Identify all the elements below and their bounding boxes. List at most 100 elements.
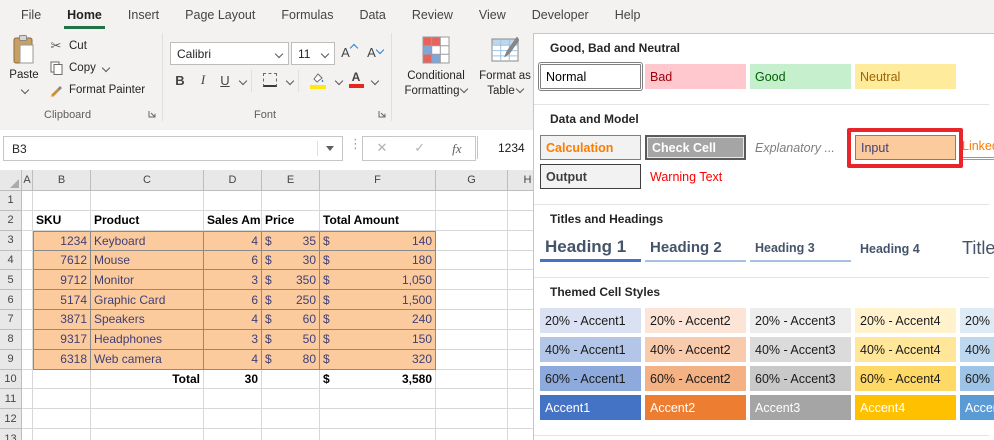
cell-D5[interactable]: 3 (204, 270, 262, 291)
row-header-12[interactable]: 12 (0, 409, 22, 430)
cell-style-calculation[interactable]: Calculation (540, 135, 641, 160)
tab-help[interactable]: Help (602, 0, 654, 30)
cell-C5[interactable]: Monitor (91, 270, 204, 291)
col-header-C[interactable]: C (91, 170, 204, 191)
cell-D13[interactable] (204, 429, 262, 440)
cell-style-40-accent5[interactable]: 40% - Accent5 (960, 337, 994, 362)
cell-style-normal[interactable]: Normal (538, 62, 643, 91)
cell-C12[interactable] (91, 409, 204, 430)
paste-button[interactable]: Paste (5, 34, 43, 122)
copy-button[interactable]: Copy (48, 59, 111, 77)
cell-B8[interactable]: 9317 (33, 329, 91, 350)
tab-data[interactable]: Data (346, 0, 398, 30)
cell-style-heading-1[interactable]: Heading 1 (540, 235, 641, 262)
cell-style-accent5[interactable]: Accent5 (960, 395, 994, 420)
borders-dropdown-chevron-icon[interactable] (285, 76, 295, 86)
cell-A7[interactable] (22, 310, 33, 330)
cell-style-60-accent4[interactable]: 60% - Accent4 (855, 366, 956, 391)
row-header-5[interactable]: 5 (0, 270, 22, 291)
cell-E4[interactable]: $30 (262, 250, 320, 271)
cell-B9[interactable]: 6318 (33, 349, 91, 370)
font-color-dropdown-chevron-icon[interactable] (370, 76, 380, 86)
increase-font-size-button[interactable]: A (337, 41, 361, 63)
clipboard-dialog-launcher-icon[interactable] (147, 110, 159, 122)
tab-formulas[interactable]: Formulas (268, 0, 346, 30)
cell-style-20-accent3[interactable]: 20% - Accent3 (750, 308, 851, 333)
cell-D11[interactable] (204, 389, 262, 410)
cell-style-20-accent5[interactable]: 20% - Accent5 (960, 308, 994, 333)
cell-style-accent2[interactable]: Accent2 (645, 395, 746, 420)
font-dialog-launcher-icon[interactable] (377, 110, 389, 122)
cell-G11[interactable] (436, 389, 508, 410)
cell-F11[interactable] (320, 389, 436, 410)
cell-F6[interactable]: $1,500 (320, 290, 436, 311)
cell-style-60-accent3[interactable]: 60% - Accent3 (750, 366, 851, 391)
tab-home[interactable]: Home (54, 0, 115, 30)
format-painter-button[interactable]: Format Painter (48, 81, 145, 99)
cell-B10[interactable] (33, 369, 91, 390)
cell-C1[interactable] (91, 191, 204, 211)
col-header-D[interactable]: D (204, 170, 262, 191)
cell-B13[interactable] (33, 429, 91, 440)
cell-E10[interactable] (262, 369, 320, 390)
row-header-7[interactable]: 7 (0, 310, 22, 330)
tab-developer[interactable]: Developer (519, 0, 602, 30)
cell-A3[interactable] (22, 230, 33, 251)
cell-G1[interactable] (436, 191, 508, 211)
font-name-combobox[interactable]: Calibri (170, 42, 289, 65)
cell-style-warning-text[interactable]: Warning Text (645, 164, 746, 189)
tab-insert[interactable]: Insert (115, 0, 172, 30)
cell-F8[interactable]: $150 (320, 329, 436, 350)
cell-style-40-accent1[interactable]: 40% - Accent1 (540, 337, 641, 362)
cell-E3[interactable]: $35 (262, 230, 320, 251)
formula-bar-drag-handle[interactable]: ⋮ (349, 137, 362, 152)
row-header-3[interactable]: 3 (0, 230, 22, 251)
underline-button[interactable]: U (216, 69, 234, 91)
insert-function-icon[interactable]: fx (452, 141, 461, 157)
cell-D6[interactable]: 6 (204, 290, 262, 311)
cell-F10[interactable]: $3,580 (320, 369, 436, 390)
decrease-font-size-button[interactable]: A (363, 41, 387, 63)
cell-C7[interactable]: Speakers (91, 310, 204, 330)
cell-A2[interactable] (22, 210, 33, 231)
cell-B1[interactable] (33, 191, 91, 211)
cell-G12[interactable] (436, 409, 508, 430)
row-header-8[interactable]: 8 (0, 329, 22, 350)
cell-A4[interactable] (22, 250, 33, 271)
cell-A12[interactable] (22, 409, 33, 430)
name-box[interactable]: B3 (3, 136, 343, 161)
tab-review[interactable]: Review (399, 0, 466, 30)
cell-F12[interactable] (320, 409, 436, 430)
cancel-icon[interactable]: ✕ (376, 141, 387, 156)
cell-E12[interactable] (262, 409, 320, 430)
cell-C8[interactable]: Headphones (91, 329, 204, 350)
row-header-13[interactable]: 13 (0, 429, 22, 440)
cell-style-20-accent2[interactable]: 20% - Accent2 (645, 308, 746, 333)
cell-G9[interactable] (436, 349, 508, 370)
cell-F9[interactable]: $320 (320, 349, 436, 370)
cell-D7[interactable]: 4 (204, 310, 262, 330)
cell-style-heading-4[interactable]: Heading 4 (855, 235, 956, 262)
cell-C11[interactable] (91, 389, 204, 410)
cell-A13[interactable] (22, 429, 33, 440)
cell-C4[interactable]: Mouse (91, 250, 204, 271)
cell-D1[interactable] (204, 191, 262, 211)
col-header-A[interactable]: A (22, 170, 33, 191)
cell-B4[interactable]: 7612 (33, 250, 91, 271)
cell-E11[interactable] (262, 389, 320, 410)
cell-A10[interactable] (22, 369, 33, 390)
cell-style-linked-cell[interactable]: Linked Cell (960, 135, 994, 160)
cell-B12[interactable] (33, 409, 91, 430)
name-box-dropdown-icon[interactable] (326, 146, 334, 151)
cell-G6[interactable] (436, 290, 508, 311)
cell-B11[interactable] (33, 389, 91, 410)
cell-F13[interactable] (320, 429, 436, 440)
cell-B5[interactable]: 9712 (33, 270, 91, 291)
cell-style-title[interactable]: Title (960, 235, 994, 262)
tab-file[interactable]: File (8, 0, 54, 30)
col-header-F[interactable]: F (320, 170, 436, 191)
copy-dropdown-chevron-icon[interactable] (101, 63, 111, 73)
fill-color-dropdown-chevron-icon[interactable] (334, 76, 344, 86)
cell-F5[interactable]: $1,050 (320, 270, 436, 291)
cell-B6[interactable]: 5174 (33, 290, 91, 311)
